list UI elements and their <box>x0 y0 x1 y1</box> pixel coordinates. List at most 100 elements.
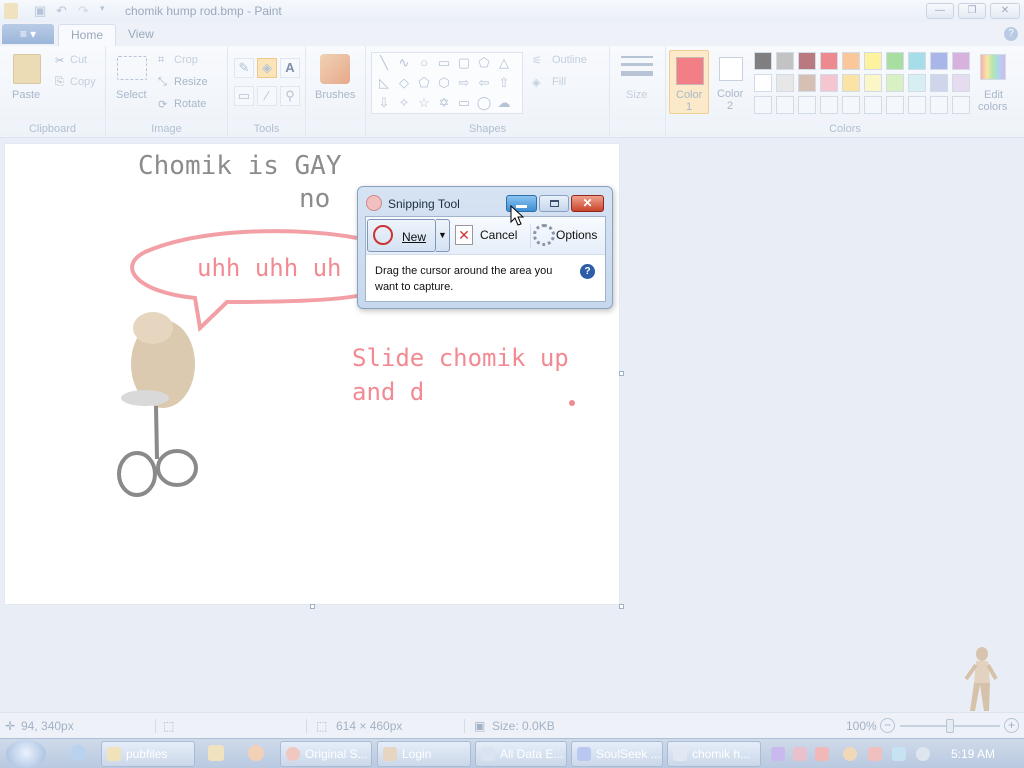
callout-shape-icon[interactable]: ▭ <box>456 95 472 111</box>
palette-swatch-empty[interactable] <box>864 96 882 114</box>
start-button[interactable] <box>6 740 46 768</box>
media-quicklaunch-icon[interactable] <box>208 745 224 761</box>
rotate-button[interactable]: Rotate <box>174 98 206 110</box>
new-snip-button[interactable]: New <box>367 219 437 252</box>
resize-handle-right[interactable] <box>619 371 624 376</box>
diamond-shape-icon[interactable]: ◇ <box>396 75 412 91</box>
cloud-callout-shape-icon[interactable]: ☁ <box>496 95 512 111</box>
maximize-button[interactable]: ❐ <box>958 3 986 19</box>
palette-swatch-empty[interactable] <box>798 96 816 114</box>
taskbar-item-original[interactable]: Original S... <box>280 741 372 767</box>
palette-swatch-empty[interactable] <box>842 96 860 114</box>
eraser-icon[interactable]: ▭ <box>234 86 254 106</box>
palette-swatch-empty[interactable] <box>886 96 904 114</box>
shapes-gallery[interactable]: ╲ ∿ ○ ▭ ▢ ⬠ △ ◺ ◇ ⬠ ⬡ ⇨ ⇦ ⇧ ⇩ ✧ ☆ ✡ ▭ ◯ … <box>371 52 523 114</box>
pencil-icon[interactable]: ✎ <box>234 58 254 78</box>
undo-icon[interactable]: ↶ <box>56 3 72 19</box>
six-point-star-shape-icon[interactable]: ✡ <box>436 95 452 111</box>
curve-shape-icon[interactable]: ∿ <box>396 55 412 71</box>
palette-swatch[interactable] <box>754 74 772 92</box>
close-button[interactable]: ✕ <box>990 3 1020 19</box>
triangle-shape-icon[interactable]: △ <box>496 55 512 71</box>
save-icon[interactable]: ▣ <box>34 3 50 19</box>
palette-swatch[interactable] <box>798 52 816 70</box>
palette-swatch[interactable] <box>864 52 882 70</box>
zoom-slider-thumb[interactable] <box>946 719 954 733</box>
edit-colors-button-line2[interactable]: colors <box>978 101 1007 113</box>
resize-button[interactable]: Resize <box>174 76 208 88</box>
palette-swatch-empty[interactable] <box>952 96 970 114</box>
new-snip-dropdown[interactable]: ▼ <box>436 219 450 252</box>
zoom-in-button[interactable]: + <box>1004 718 1019 733</box>
tab-view[interactable]: View <box>116 24 166 46</box>
rounded-rectangle-shape-icon[interactable]: ▢ <box>456 55 472 71</box>
palette-swatch[interactable] <box>930 52 948 70</box>
palette-swatch[interactable] <box>776 74 794 92</box>
tray-icon-check[interactable] <box>815 747 829 761</box>
color1-selector[interactable]: Color 1 <box>669 50 709 114</box>
rectangle-shape-icon[interactable]: ▭ <box>436 55 452 71</box>
brushes-button[interactable]: Brushes <box>315 89 355 101</box>
size-button[interactable]: Size <box>626 89 647 101</box>
tray-icon-monitor[interactable] <box>892 747 906 761</box>
edit-colors-button[interactable]: Edit <box>984 89 1003 101</box>
color2-selector[interactable]: Color 2 <box>714 50 748 114</box>
help-icon[interactable]: ? <box>580 264 595 279</box>
palette-swatch[interactable] <box>908 74 926 92</box>
fill-bucket-icon[interactable]: ◈ <box>257 58 277 78</box>
minimize-button[interactable]: — <box>926 3 954 19</box>
right-arrow-shape-icon[interactable]: ⇨ <box>456 75 472 91</box>
resize-handle-bottom[interactable] <box>310 604 315 609</box>
palette-swatch-empty[interactable] <box>776 96 794 114</box>
up-arrow-shape-icon[interactable]: ⇧ <box>496 75 512 91</box>
line-shape-icon[interactable]: ╲ <box>376 55 392 71</box>
cut-button[interactable]: Cut <box>70 54 87 66</box>
paint-menu-button[interactable]: ≡ ▾ <box>2 24 54 44</box>
palette-swatch[interactable] <box>886 52 904 70</box>
resize-handle-corner[interactable] <box>619 604 624 609</box>
four-point-star-shape-icon[interactable]: ✧ <box>396 95 412 111</box>
tray-icon-star[interactable] <box>771 747 785 761</box>
copy-button[interactable]: Copy <box>70 76 96 88</box>
down-arrow-shape-icon[interactable]: ⇩ <box>376 95 392 111</box>
redo-icon[interactable]: ↷ <box>78 3 94 19</box>
palette-swatch[interactable] <box>952 52 970 70</box>
select-button[interactable]: Select <box>116 89 147 101</box>
cancel-button[interactable]: Cancel <box>480 228 517 242</box>
app-quicklaunch-icon[interactable] <box>248 745 264 761</box>
five-point-star-shape-icon[interactable]: ☆ <box>416 95 432 111</box>
text-tool-icon[interactable]: A <box>280 58 300 78</box>
snip-maximize-button[interactable] <box>539 195 569 212</box>
palette-swatch[interactable] <box>776 52 794 70</box>
palette-swatch[interactable] <box>820 52 838 70</box>
ie-quicklaunch-icon[interactable] <box>70 745 86 761</box>
palette-swatch[interactable] <box>864 74 882 92</box>
polygon-shape-icon[interactable]: ⬠ <box>476 55 492 71</box>
magnifier-icon[interactable]: ⚲ <box>280 86 300 106</box>
palette-swatch-empty[interactable] <box>908 96 926 114</box>
fill-button[interactable]: Fill <box>552 76 566 88</box>
tray-icon-search[interactable] <box>843 747 857 761</box>
tray-icon-wifi[interactable] <box>793 747 807 761</box>
customize-qat-icon[interactable]: ▾ <box>100 3 116 19</box>
hexagon-shape-icon[interactable]: ⬡ <box>436 75 452 91</box>
left-arrow-shape-icon[interactable]: ⇦ <box>476 75 492 91</box>
options-button[interactable]: Options <box>556 228 597 242</box>
oval-shape-icon[interactable]: ○ <box>416 55 432 71</box>
palette-swatch[interactable] <box>798 74 816 92</box>
oval-callout-shape-icon[interactable]: ◯ <box>476 95 492 111</box>
palette-swatch-empty[interactable] <box>820 96 838 114</box>
palette-swatch[interactable] <box>842 52 860 70</box>
paste-button[interactable]: Paste <box>12 89 40 101</box>
paint-app-icon[interactable] <box>4 3 18 19</box>
pentagon-shape-icon[interactable]: ⬠ <box>416 75 432 91</box>
tab-home[interactable]: Home <box>58 24 117 46</box>
palette-swatch[interactable] <box>886 74 904 92</box>
taskbar-item-all-data[interactable]: All Data E... <box>475 741 567 767</box>
taskbar-item-chomik[interactable]: chomik h... <box>667 741 761 767</box>
crop-button[interactable]: Crop <box>174 54 198 66</box>
taskbar-item-pubfiles[interactable]: pubfiles <box>101 741 195 767</box>
palette-swatch[interactable] <box>754 52 772 70</box>
tray-icon-volume[interactable] <box>916 747 930 761</box>
taskbar-item-login[interactable]: Login <box>377 741 471 767</box>
